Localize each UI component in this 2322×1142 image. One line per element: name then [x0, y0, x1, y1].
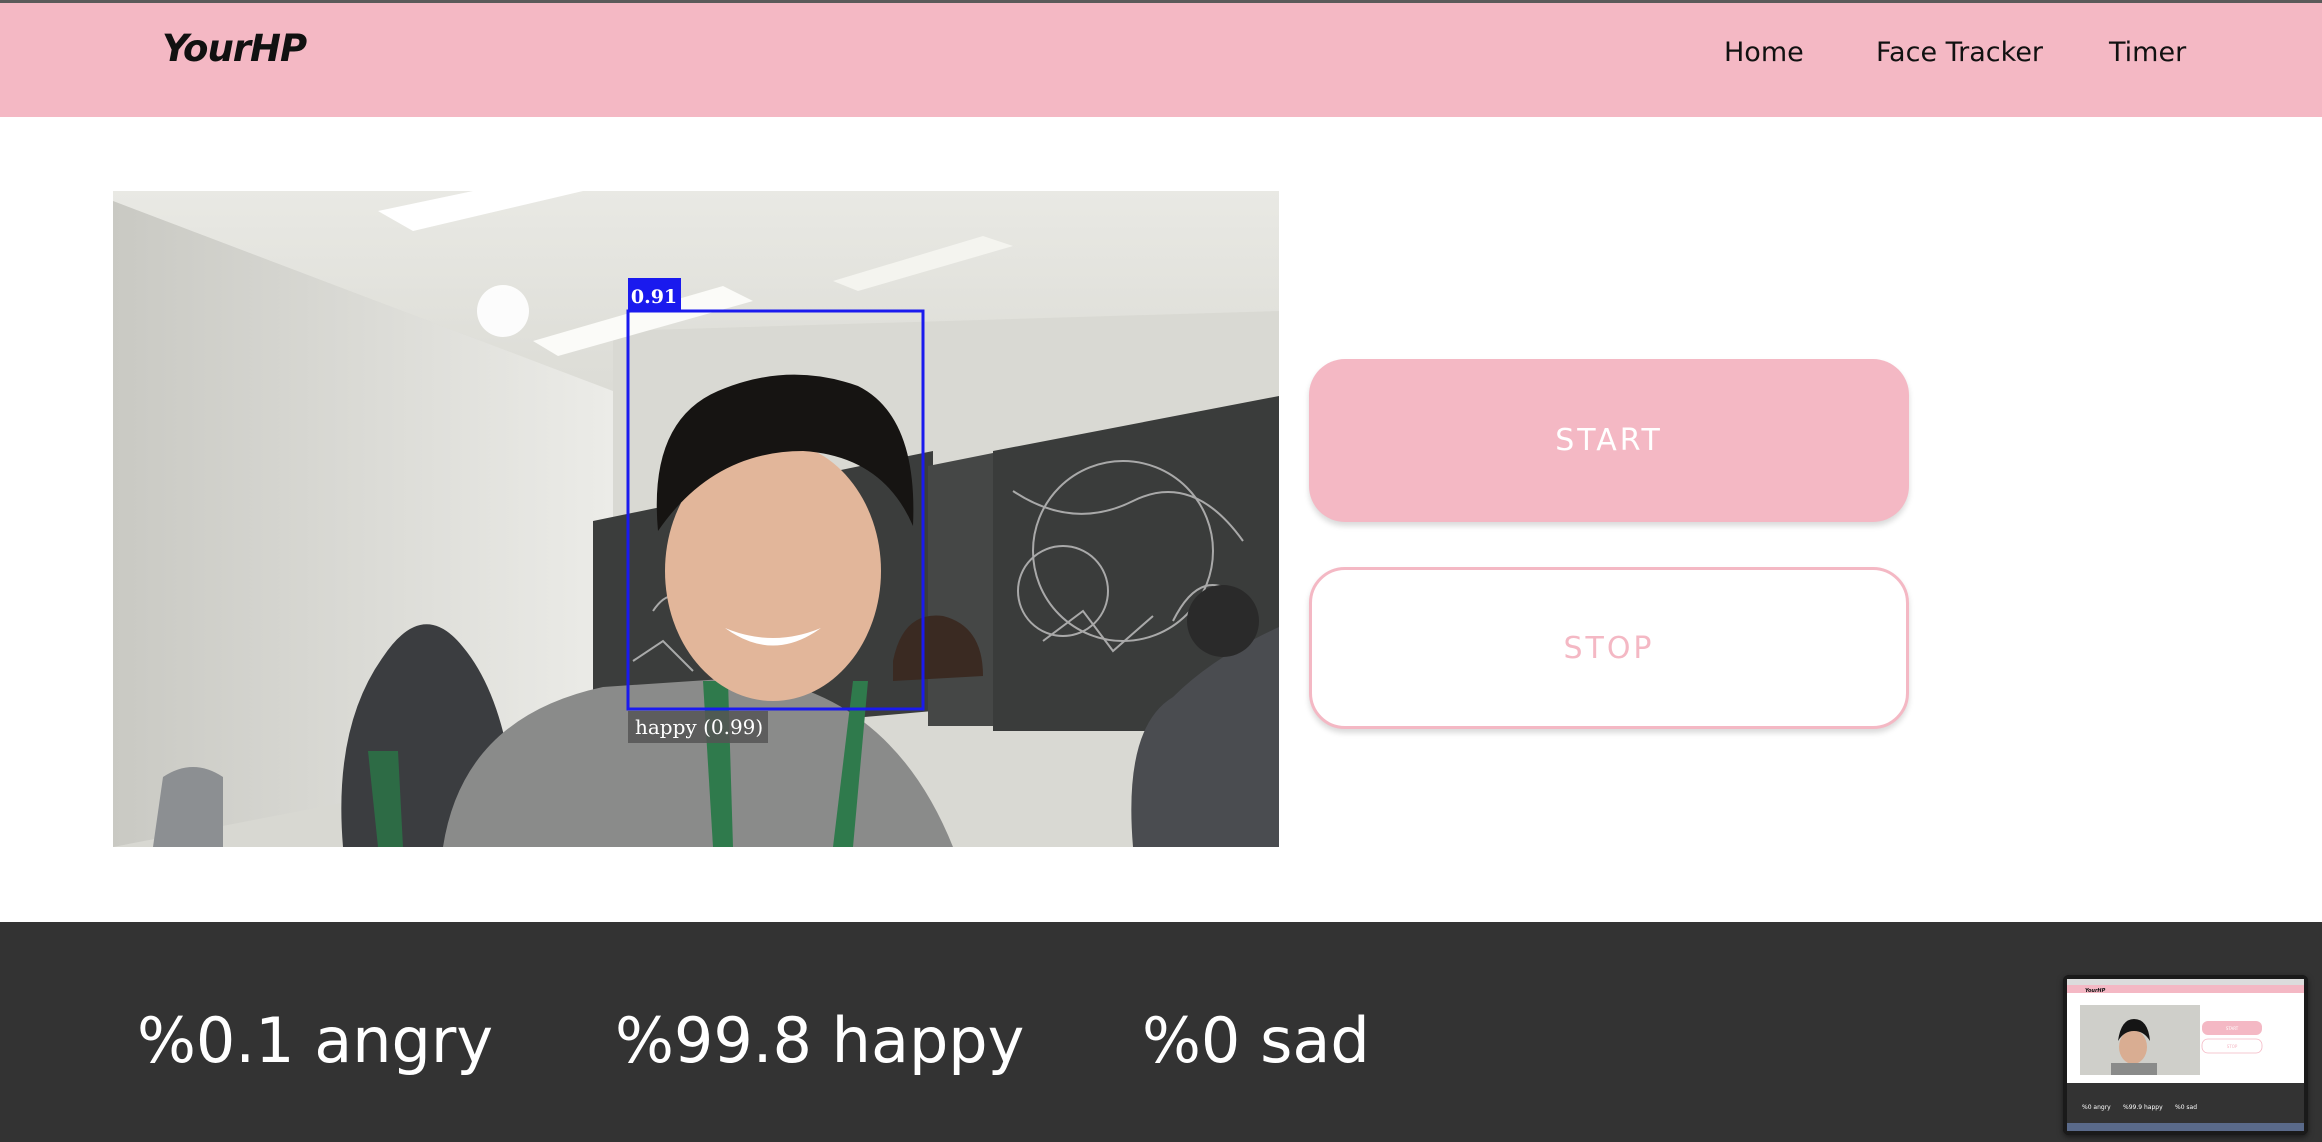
- thumbnail-start-label: START: [2226, 1026, 2239, 1031]
- start-button[interactable]: START: [1309, 359, 1909, 522]
- thumbnail-emotion-happy: %99.9 happy: [2123, 1104, 2163, 1111]
- nav-link-home[interactable]: Home: [1724, 37, 1804, 68]
- brand-logo[interactable]: YourHP: [162, 27, 307, 70]
- webcam-frame: 0.91 happy (0.99): [113, 191, 1279, 847]
- nav-link-face-tracker[interactable]: Face Tracker: [1876, 37, 2043, 68]
- thumbnail-emotion-sad: %0 sad: [2175, 1104, 2197, 1111]
- emotion-footer: %0.1 angry %99.8 happy %0 sad: [0, 922, 2322, 1142]
- nav-link-timer[interactable]: Timer: [2109, 37, 2186, 68]
- emotion-stat-angry: %0.1 angry: [137, 1004, 494, 1077]
- emotion-stat-sad: %0 sad: [1142, 1004, 1370, 1077]
- detection-score-label: 0.91: [631, 286, 677, 308]
- thumbnail-stop-label: STOP: [2227, 1044, 2238, 1049]
- screenshot-thumbnail[interactable]: YourHP START STOP %0 angry %99.9 happy %…: [2063, 975, 2308, 1135]
- emotion-stat-happy: %99.8 happy: [615, 1004, 1025, 1077]
- stop-button[interactable]: STOP: [1309, 567, 1909, 729]
- thumbnail-preview: YourHP START STOP %0 angry %99.9 happy %…: [2063, 975, 2308, 1135]
- thumbnail-emotion-angry: %0 angry: [2082, 1104, 2111, 1111]
- webcam-feed: 0.91 happy (0.99): [113, 191, 1279, 847]
- expression-label: happy (0.99): [635, 715, 763, 739]
- navbar: YourHP Home Face Tracker Timer: [0, 3, 2322, 117]
